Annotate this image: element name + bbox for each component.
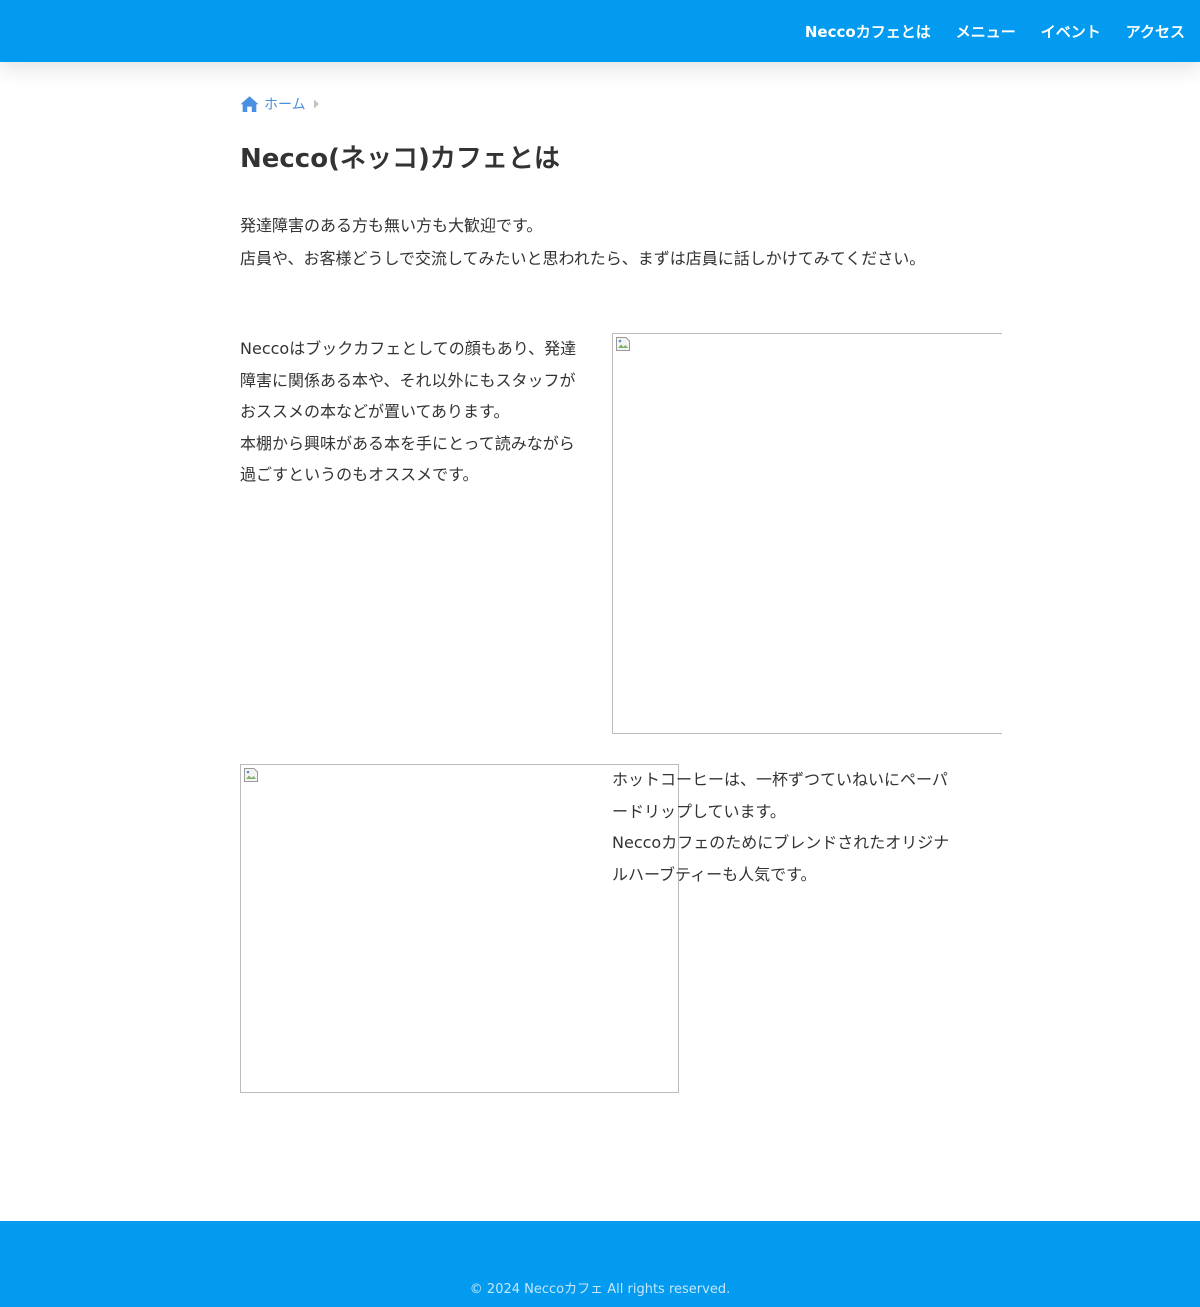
breadcrumb: ホーム	[240, 94, 320, 114]
book-cafe-text: Neccoはブックカフェとしての顔もあり、発達障害に関係ある本や、それ以外にもス…	[240, 333, 585, 491]
page-title: Necco(ネッコ)カフェとは	[240, 144, 560, 174]
intro-text: 発達障害のある方も無い方も大歓迎です。 店員や、お客様どうしで交流してみたいと思…	[240, 209, 945, 275]
chevron-right-icon	[313, 99, 319, 109]
home-icon[interactable]	[240, 95, 259, 113]
copyright-text: © 2024 Neccoカフェ All rights reserved.	[469, 1282, 731, 1297]
broken-image-icon	[244, 768, 258, 782]
intro-paragraph: 発達障害のある方も無い方も大歓迎です。	[240, 216, 543, 235]
broken-image-icon	[616, 337, 630, 351]
intro-paragraph: 店員や、お客様どうしで交流してみたいと思われたら、まずは店員に話しかけてみてくだ…	[240, 249, 926, 268]
drinks-paragraph: ホットコーヒーは、一杯ずつていねいにペーパードリップしています。	[612, 770, 948, 821]
site-footer: © 2024 Neccoカフェ All rights reserved.	[0, 1221, 1200, 1307]
drinks-text: ホットコーヒーは、一杯ずつていねいにペーパードリップしています。 Neccoカフ…	[612, 764, 960, 890]
nav-item-event[interactable]: イベント	[1041, 21, 1101, 42]
site-header: Neccoカフェとは メニュー イベント アクセス	[0, 0, 1200, 62]
global-nav: Neccoカフェとは メニュー イベント アクセス	[780, 0, 1185, 62]
drinks-paragraph: Neccoカフェのためにブレンドされたオリジナルハーブティーも人気です。	[612, 833, 950, 884]
nav-item-menu[interactable]: メニュー	[956, 21, 1016, 42]
book-cafe-paragraph: 本棚から興味がある本を手にとって読みながら過ごすというのもオススメです。	[240, 433, 575, 485]
breadcrumb-home-link[interactable]: ホーム	[264, 94, 306, 114]
book-cafe-paragraph: Neccoはブックカフェとしての顔もあり、発達障害に関係ある本や、それ以外にもス…	[240, 339, 577, 421]
bookshelf-image	[612, 333, 1002, 734]
nav-item-access[interactable]: アクセス	[1126, 21, 1185, 42]
nav-item-about[interactable]: Neccoカフェとは	[805, 21, 931, 42]
